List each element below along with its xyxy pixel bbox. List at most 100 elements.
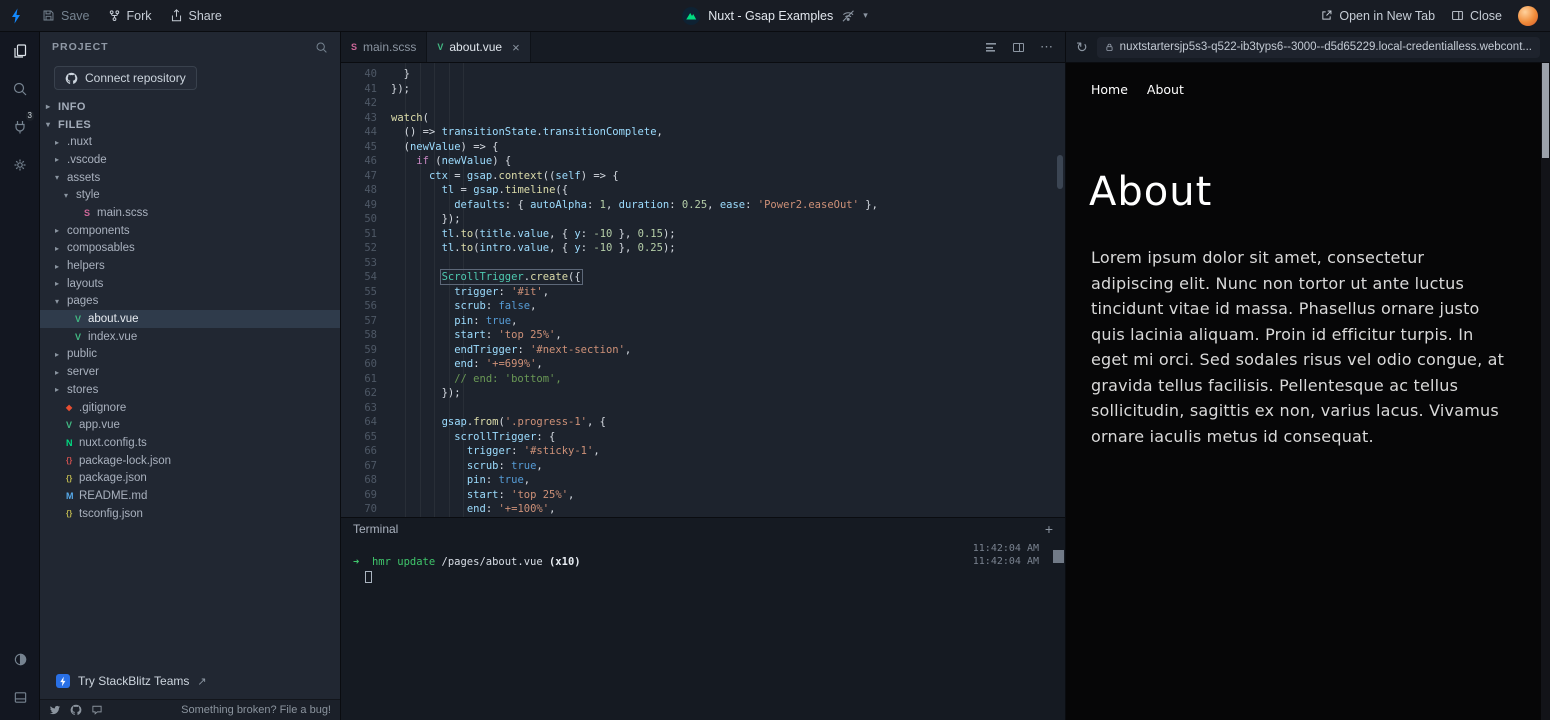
code-line[interactable]: end: '+=100%', bbox=[391, 503, 1053, 517]
chat-icon[interactable] bbox=[91, 704, 103, 716]
preview-nav-home[interactable]: Home bbox=[1091, 82, 1128, 97]
tree-item-info[interactable]: ▸ INFO bbox=[40, 98, 340, 116]
twitter-icon[interactable] bbox=[49, 704, 61, 716]
line-number: 63 bbox=[364, 401, 377, 414]
tree-item-nuxt-config-ts[interactable]: Nnuxt.config.ts bbox=[40, 434, 340, 452]
tree-item-app-vue[interactable]: Vapp.vue bbox=[40, 416, 340, 434]
code-line[interactable]: end: '+=699%', bbox=[391, 358, 1053, 373]
code-line[interactable]: }); bbox=[391, 387, 1053, 402]
tree-item-label: pages bbox=[67, 295, 99, 308]
code-line[interactable]: trigger: '#it', bbox=[391, 286, 1053, 301]
search-panel-icon[interactable] bbox=[0, 70, 40, 108]
code-line[interactable]: (newValue) => { bbox=[391, 141, 1053, 156]
code-line[interactable]: scrollTrigger: { bbox=[391, 431, 1053, 446]
tree-item-style[interactable]: ▾ style bbox=[40, 186, 340, 204]
editor-scrollbar-thumb[interactable] bbox=[1057, 155, 1063, 189]
refresh-icon[interactable]: ↻ bbox=[1076, 39, 1088, 56]
code-line[interactable]: pin: true, bbox=[391, 474, 1053, 489]
tree-item-readme-md[interactable]: M README.md bbox=[40, 487, 340, 505]
tab-about.vue[interactable]: Vabout.vue × bbox=[427, 32, 531, 62]
tree-item-index-vue[interactable]: Vindex.vue bbox=[40, 328, 340, 346]
tree-item-files[interactable]: ▾ FILES bbox=[40, 116, 340, 134]
tab-main.scss[interactable]: Smain.scss bbox=[341, 32, 428, 62]
code-line[interactable]: defaults: { autoAlpha: 1, duration: 0.25… bbox=[391, 199, 1053, 214]
preview-nav-about[interactable]: About bbox=[1147, 82, 1184, 97]
url-bar[interactable]: nuxtstartersjp5s3-q522-ib3typs6--3000--d… bbox=[1096, 36, 1540, 58]
connection-offline-icon[interactable] bbox=[841, 9, 855, 23]
preview-scrollbar[interactable] bbox=[1541, 63, 1550, 720]
code-line[interactable]: // end: 'bottom', bbox=[391, 373, 1053, 388]
tree-item-about-vue[interactable]: Vabout.vue bbox=[40, 310, 340, 328]
tree-item-package-json[interactable]: {} package.json bbox=[40, 469, 340, 487]
share-button[interactable]: Share bbox=[170, 9, 222, 23]
close-preview-button[interactable]: Close bbox=[1451, 9, 1502, 23]
theme-contrast-icon[interactable] bbox=[0, 640, 40, 678]
code-line[interactable]: tl.to(intro.value, { y: -10 }, 0.25); bbox=[391, 242, 1053, 257]
try-teams-link[interactable]: Try StackBlitz Teams ↗ bbox=[40, 668, 340, 694]
new-terminal-icon[interactable]: + bbox=[1045, 521, 1053, 537]
code-line[interactable]: gsap.from('.progress-1', { bbox=[391, 416, 1053, 431]
code-line[interactable]: scrub: true, bbox=[391, 460, 1053, 475]
toggle-panel-icon[interactable] bbox=[0, 678, 40, 716]
code-editor[interactable]: 40 41 42 43 44 45 46 47 48 49 50 51 52 53 54 55 56 57 58 59… bbox=[341, 63, 1065, 517]
code-line[interactable]: } bbox=[391, 68, 1053, 83]
file-a-bug-link[interactable]: Something broken? File a bug! bbox=[181, 704, 331, 716]
tree-item--nuxt[interactable]: ▸ .nuxt bbox=[40, 133, 340, 151]
tree-item-components[interactable]: ▸ components bbox=[40, 222, 340, 240]
line-number: 62 bbox=[364, 387, 377, 399]
close-tab-icon[interactable]: × bbox=[512, 40, 520, 55]
code-line[interactable]: if (newValue) { bbox=[391, 155, 1053, 170]
code-line[interactable]: pin: true, bbox=[391, 315, 1053, 330]
tree-item-package-lock-json[interactable]: {} package-lock.json bbox=[40, 452, 340, 470]
tree-item-stores[interactable]: ▸ stores bbox=[40, 381, 340, 399]
settings-gear-icon[interactable] bbox=[0, 146, 40, 184]
code-line[interactable]: tl = gsap.timeline({ bbox=[391, 184, 1053, 199]
files-panel-icon[interactable] bbox=[0, 32, 40, 70]
code-line[interactable] bbox=[391, 402, 1053, 417]
code-line[interactable]: start: 'top 25%', bbox=[391, 489, 1053, 504]
split-editor-icon[interactable] bbox=[1013, 42, 1024, 52]
vue-file-icon: V bbox=[75, 331, 82, 342]
code-line[interactable]: () => transitionState.transitionComplete… bbox=[391, 126, 1053, 141]
open-in-new-tab-button[interactable]: Open in New Tab bbox=[1320, 9, 1435, 23]
preview-scrollbar-thumb[interactable] bbox=[1542, 63, 1549, 158]
tree-item-public[interactable]: ▸ public bbox=[40, 346, 340, 364]
tree-item-tsconfig-json[interactable]: {} tsconfig.json bbox=[40, 505, 340, 523]
tree-item-layouts[interactable]: ▸ layouts bbox=[40, 275, 340, 293]
tree-item--vscode[interactable]: ▸ .vscode bbox=[40, 151, 340, 169]
tree-item-assets[interactable]: ▾ assets bbox=[40, 169, 340, 187]
fork-button[interactable]: Fork bbox=[108, 9, 152, 23]
tree-item-pages[interactable]: ▾ pages bbox=[40, 293, 340, 311]
code-line[interactable]: }); bbox=[391, 83, 1053, 98]
terminal-output[interactable]: 11:42:04 AM ➜ hmr update /pages/about.vue… bbox=[341, 540, 1065, 583]
code-line[interactable] bbox=[391, 257, 1053, 272]
ports-panel-icon[interactable]: 3 bbox=[0, 108, 40, 146]
code-line[interactable]: watch( bbox=[391, 112, 1053, 127]
code-line[interactable]: endTrigger: '#next-section', bbox=[391, 344, 1053, 359]
tree-item-label: layouts bbox=[67, 277, 104, 290]
save-button[interactable]: Save bbox=[42, 9, 90, 23]
search-files-icon[interactable] bbox=[315, 41, 328, 54]
tree-item-composables[interactable]: ▸ composables bbox=[40, 240, 340, 258]
code-line[interactable]: scrub: false, bbox=[391, 300, 1053, 315]
code-line[interactable]: start: 'top 25%', bbox=[391, 329, 1053, 344]
tree-item-helpers[interactable]: ▸ helpers bbox=[40, 257, 340, 275]
code-line[interactable]: trigger: '#sticky-1', bbox=[391, 445, 1053, 460]
code-line[interactable]: ScrollTrigger.create({ bbox=[391, 269, 1053, 286]
terminal-scrollbar-thumb[interactable] bbox=[1053, 550, 1064, 563]
chevron-down-icon[interactable]: ▾ bbox=[863, 10, 868, 21]
tree-item-main-scss[interactable]: Smain.scss bbox=[40, 204, 340, 222]
user-avatar[interactable] bbox=[1518, 5, 1538, 26]
tree-item-label: .vscode bbox=[67, 153, 107, 166]
connect-repository-button[interactable]: Connect repository bbox=[54, 66, 197, 90]
tree-item-server[interactable]: ▸ server bbox=[40, 363, 340, 381]
tree-item--gitignore[interactable]: ◆ .gitignore bbox=[40, 399, 340, 417]
code-line[interactable]: ctx = gsap.context((self) => { bbox=[391, 170, 1053, 185]
format-prettier-icon[interactable] bbox=[986, 42, 997, 52]
code-line[interactable]: tl.to(title.value, { y: -10 }, 0.15); bbox=[391, 228, 1053, 243]
more-actions-icon[interactable]: ⋯ bbox=[1040, 40, 1053, 53]
code-line[interactable]: }); bbox=[391, 213, 1053, 228]
code-line[interactable] bbox=[391, 97, 1053, 112]
stackblitz-logo-icon[interactable] bbox=[10, 8, 24, 24]
github-footer-icon[interactable] bbox=[70, 704, 82, 716]
